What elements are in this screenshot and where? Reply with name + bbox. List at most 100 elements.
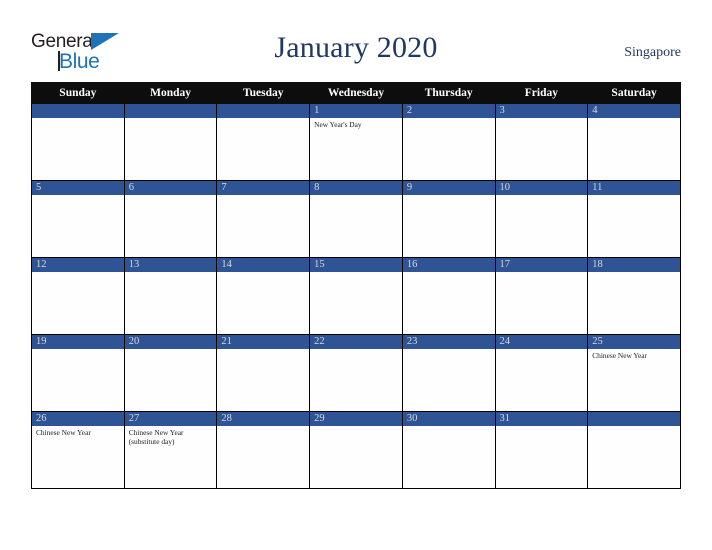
day-number: 26 — [32, 412, 124, 426]
day-events — [403, 272, 495, 274]
day-events — [496, 426, 588, 428]
calendar-day-cell[interactable]: 27 Chinese New Year (substitute day) — [123, 411, 218, 489]
calendar-page: General Blue January 2020 Singapore Sund… — [0, 0, 712, 550]
day-number: 30 — [402, 412, 495, 426]
weekday-header-sunday: Sunday — [31, 82, 125, 104]
weekday-header-saturday: Saturday — [587, 82, 681, 104]
calendar-day-cell[interactable]: 26 Chinese New Year — [31, 411, 125, 489]
calendar-day-cell[interactable]: 2 — [401, 103, 496, 181]
day-number: 9 — [402, 181, 495, 195]
day-cell-inner: 30 — [402, 412, 495, 488]
day-number: 13 — [124, 258, 217, 272]
day-events — [403, 118, 495, 120]
day-events — [588, 426, 680, 428]
calendar-day-cell[interactable]: 25 Chinese New Year — [587, 334, 681, 412]
day-events — [496, 272, 588, 274]
day-events — [217, 118, 309, 120]
weekday-header-thursday: Thursday — [401, 82, 496, 104]
day-events — [496, 195, 588, 197]
day-cell-inner — [32, 104, 124, 180]
calendar-day-cell[interactable]: 19 — [31, 334, 125, 412]
day-cell-inner: 22 — [310, 335, 402, 411]
day-cell-inner: 25 Chinese New Year — [588, 335, 680, 411]
calendar-day-cell[interactable]: 11 — [587, 180, 681, 258]
page-title: January 2020 — [274, 31, 438, 64]
day-events — [588, 272, 680, 274]
calendar-day-cell[interactable]: 13 — [123, 257, 218, 335]
calendar-day-cell[interactable]: 31 — [494, 411, 589, 489]
day-cell-inner: 29 — [310, 412, 402, 488]
calendar-day-cell[interactable]: 30 — [401, 411, 496, 489]
calendar-day-cell[interactable] — [31, 103, 125, 181]
day-cell-inner: 1 New Year's Day — [310, 104, 402, 180]
day-cell-inner: 2 — [402, 104, 495, 180]
day-number: 18 — [588, 258, 680, 272]
day-cell-inner: 4 — [588, 104, 680, 180]
calendar-day-cell[interactable]: 12 — [31, 257, 125, 335]
calendar-day-cell[interactable]: 7 — [216, 180, 311, 258]
calendar-day-cell[interactable]: 9 — [401, 180, 496, 258]
day-cell-inner: 17 — [495, 258, 588, 334]
calendar-day-cell[interactable]: 22 — [309, 334, 403, 412]
day-cell-inner: 14 — [217, 258, 310, 334]
day-cell-inner: 6 — [124, 181, 217, 257]
day-events — [588, 118, 680, 120]
calendar-body: 1 New Year's Day 2 3 4 5 6 7 8 9 10 11 12 13 14 15 16 17 1… — [31, 103, 681, 489]
day-cell-inner: 3 — [495, 104, 588, 180]
day-number: 8 — [310, 181, 402, 195]
day-events — [125, 349, 217, 351]
day-cell-inner: 20 — [124, 335, 217, 411]
weekday-header-friday: Friday — [494, 82, 589, 104]
day-events — [403, 349, 495, 351]
day-events: Chinese New Year — [32, 426, 124, 437]
calendar-day-cell[interactable]: 1 New Year's Day — [309, 103, 403, 181]
calendar-day-cell[interactable]: 20 — [123, 334, 218, 412]
day-cell-inner: 9 — [402, 181, 495, 257]
calendar-day-cell[interactable] — [587, 411, 681, 489]
calendar-week-row: 26 Chinese New Year 27 Chinese New Year (su… — [31, 411, 681, 489]
calendar-day-cell[interactable]: 14 — [216, 257, 311, 335]
calendar-grid: Sunday Monday Tuesday Wednesday Thursday… — [31, 82, 681, 489]
calendar-day-cell[interactable]: 6 — [123, 180, 218, 258]
calendar-day-cell[interactable]: 15 — [309, 257, 403, 335]
calendar-day-cell[interactable]: 10 — [494, 180, 589, 258]
day-number: 3 — [495, 104, 588, 118]
calendar-day-cell[interactable]: 21 — [216, 334, 311, 412]
day-cell-inner: 21 — [217, 335, 310, 411]
day-events — [125, 272, 217, 274]
day-events — [32, 272, 124, 274]
day-events — [496, 118, 588, 120]
calendar-day-cell[interactable]: 8 — [309, 180, 403, 258]
calendar-day-cell[interactable]: 23 — [401, 334, 496, 412]
day-events — [310, 195, 402, 197]
day-events — [217, 195, 309, 197]
day-number: 23 — [402, 335, 495, 349]
day-events — [125, 118, 217, 120]
country-label: Singapore — [624, 45, 681, 60]
calendar-day-cell[interactable]: 24 — [494, 334, 589, 412]
calendar-day-cell[interactable]: 28 — [216, 411, 311, 489]
weekday-header-wednesday: Wednesday — [309, 82, 403, 104]
calendar-day-cell[interactable]: 29 — [309, 411, 403, 489]
day-number: 24 — [495, 335, 588, 349]
day-cell-inner: 15 — [310, 258, 402, 334]
weekday-header-tuesday: Tuesday — [216, 82, 311, 104]
day-events — [32, 349, 124, 351]
day-number: 29 — [310, 412, 402, 426]
calendar-day-cell[interactable]: 16 — [401, 257, 496, 335]
calendar-day-cell[interactable] — [216, 103, 311, 181]
calendar-day-cell[interactable]: 18 — [587, 257, 681, 335]
day-number: 21 — [217, 335, 310, 349]
calendar-day-cell[interactable] — [123, 103, 218, 181]
day-events — [32, 195, 124, 197]
calendar-day-cell[interactable]: 17 — [494, 257, 589, 335]
day-cell-inner — [124, 104, 217, 180]
calendar-day-cell[interactable]: 4 — [587, 103, 681, 181]
calendar-day-cell[interactable]: 5 — [31, 180, 125, 258]
day-events — [217, 426, 309, 428]
day-events: Chinese New Year — [588, 349, 680, 360]
day-cell-inner: 26 Chinese New Year — [32, 412, 124, 488]
day-events: New Year's Day — [310, 118, 402, 129]
day-number: 15 — [310, 258, 402, 272]
calendar-day-cell[interactable]: 3 — [494, 103, 589, 181]
